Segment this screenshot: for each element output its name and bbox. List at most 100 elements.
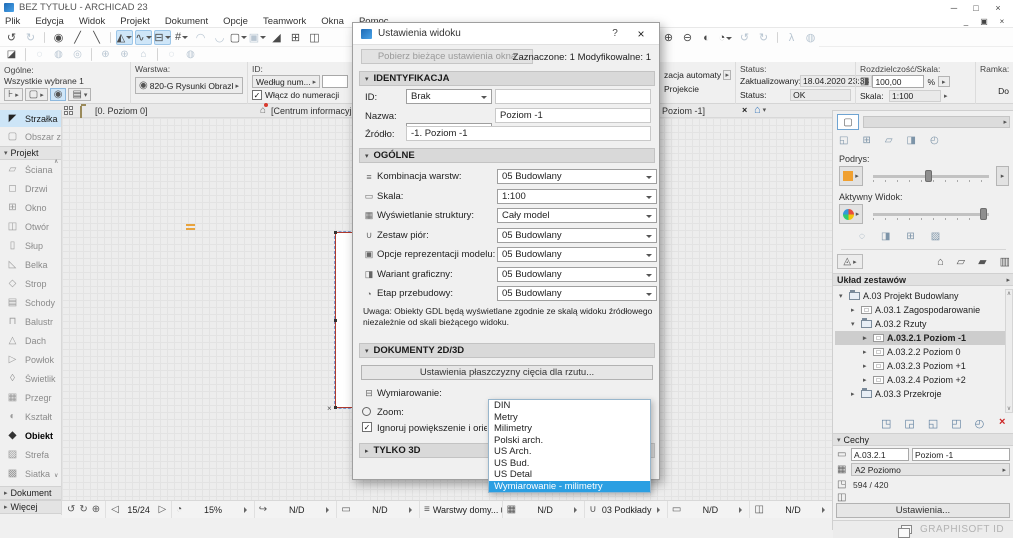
preview-mode-button[interactable]: ▤ ▾ [68, 88, 92, 101]
toolbox-group-wiecej[interactable]: ▸ Więcej [0, 500, 61, 514]
zoom-window-icon[interactable]: ⊕ [92, 504, 100, 515]
tree-item[interactable]: ▸ A.03.2.2 Poziom 0 [835, 345, 1005, 359]
new-drawing-icon[interactable]: ◱ [928, 417, 938, 430]
numbering-checkbox[interactable]: ✓ [252, 90, 262, 100]
id-value-field[interactable] [322, 75, 348, 88]
tree-item[interactable]: ▾ A.03.2 Rzuty [835, 317, 1005, 331]
active-view-slider[interactable] [873, 208, 989, 220]
tool-column[interactable]: ▯ Słup [0, 236, 61, 255]
row-combo[interactable]: 05 Budowlany [497, 247, 657, 262]
tool-object[interactable]: ◆ Obiekt [0, 426, 61, 445]
pens-segment[interactable]: ∪ 03 Podkłady [584, 501, 667, 518]
scroll-down-icon[interactable]: ∨ [54, 472, 58, 479]
zoom-undo-icon[interactable]: ↺ [67, 504, 75, 515]
name-field[interactable]: Poziom -1 [495, 108, 651, 123]
row-combo[interactable]: 1:100 [497, 188, 657, 204]
dropdown-option[interactable]: Milimetry [489, 423, 650, 435]
tool-door[interactable]: ◻ Drzwi [0, 179, 61, 198]
id-field[interactable] [495, 89, 651, 104]
auto-update-button[interactable]: ▸ [723, 70, 731, 80]
menu-item[interactable]: Widok [79, 16, 105, 27]
dropdown-option[interactable]: US Arch. [489, 446, 650, 458]
tab-current[interactable]: Poziom -1] [662, 106, 732, 116]
publisher-icon[interactable]: ▥ [998, 254, 1012, 269]
project-map-icon[interactable]: ⌂ [935, 255, 946, 269]
resolution-field[interactable]: 100,00 [872, 75, 925, 88]
quick-layout-icon[interactable] [64, 106, 73, 115]
layout-id-field[interactable]: A.03.2.1 [851, 448, 909, 461]
tool-wall[interactable]: ▱ Ściana [0, 160, 61, 179]
tab-home[interactable]: [0. Poziom 0] [95, 106, 185, 116]
dropdown-option[interactable]: Wymiarowanie - milimetry [489, 480, 650, 492]
tool-curtainwall[interactable]: ▦ Przegr [0, 388, 61, 407]
new-layout-icon[interactable]: ◳ [881, 417, 891, 430]
tree-item[interactable]: ▸ A.03.2.3 Poziom +1 [835, 359, 1005, 373]
tool-skylight[interactable]: ◊ Świetlik [0, 369, 61, 388]
link-drawing-icon[interactable]: ◨ [907, 135, 916, 146]
id-mode-button[interactable]: Według num... ▸ [252, 75, 321, 88]
trace-color-button[interactable]: ▸ [839, 166, 863, 186]
trace-intensity-slider[interactable] [873, 170, 989, 182]
tool-shell[interactable]: ▷ Powłok [0, 350, 61, 369]
zoom-level-segment[interactable]: ◔ 15% [171, 501, 254, 518]
menu-item[interactable]: Edycja [35, 16, 64, 27]
menu-item[interactable]: Teamwork [263, 16, 306, 27]
section-documents-2d3d[interactable]: ▾ DOKUMENTY 2D/3D [359, 343, 655, 358]
tool-zone[interactable]: ▨ Strefa [0, 445, 61, 464]
trace-reference-button[interactable]: ▢ [837, 114, 859, 130]
layout-book-icon[interactable]: ▰ [976, 254, 988, 269]
layer-button[interactable]: ◉ 820-G Rysunki Obrazki ▸ [135, 77, 243, 94]
scale-value[interactable]: 1:100 [889, 90, 941, 102]
trace-split-icon[interactable]: ⊞ [906, 231, 914, 242]
scale-menu-icon[interactable]: ▸ [944, 92, 948, 100]
navigator-settings-button[interactable]: Ustawienia... [836, 503, 1010, 518]
help-icon[interactable]: ? [605, 28, 625, 39]
delete-item-icon[interactable]: × [999, 416, 1005, 428]
tool-railing[interactable]: ⊓ Balustr [0, 312, 61, 331]
dialog-close-icon[interactable]: × [631, 27, 651, 41]
toolbox-group-projekt[interactable]: ▾ Projekt [0, 146, 61, 160]
project-chooser-button[interactable]: ◬ ▸ [837, 254, 863, 269]
reference-selector-bar[interactable]: ▸ [863, 116, 1010, 128]
row-combo[interactable]: 05 Budowlany [497, 286, 657, 301]
row-combo[interactable]: 05 Budowlany [497, 227, 657, 243]
layout-segment[interactable]: ▭ N/D [336, 501, 419, 518]
tool-marquee[interactable]: ▢ Obszar z [0, 127, 61, 146]
dropdown-option[interactable]: Polski arch. [489, 435, 650, 447]
model-rep-segment[interactable]: ▭ N/D [666, 501, 750, 518]
properties-header[interactable]: ▾ Cechy [833, 433, 1013, 446]
tree-item[interactable]: ▸ A.03.2.4 Poziom +2 [835, 373, 1005, 387]
trace-visibility-icon[interactable]: ▨ [931, 231, 940, 242]
active-view-color-button[interactable]: ▸ [839, 204, 863, 224]
trace-swap-icon[interactable]: ◨ [881, 231, 890, 242]
marquee-settings-button[interactable]: ▢ ▸ [24, 88, 48, 101]
scroll-up-icon[interactable]: ∧ [54, 158, 58, 165]
tree-item[interactable]: ▸ A.03.3 Przekroje [835, 387, 1005, 401]
dialog-title-bar[interactable]: Ustawienia widoku ? × [353, 23, 659, 45]
select-settings-button[interactable]: ⊦ ▸ [4, 88, 23, 101]
update-status-icon[interactable]: ◴ [930, 135, 939, 146]
dropdown-option[interactable]: US Detal [489, 469, 650, 481]
tool-arrow[interactable]: ◤ Strzałka [0, 110, 61, 127]
dropdown-option[interactable]: DIN [489, 400, 650, 412]
slider-handle[interactable] [925, 170, 933, 182]
menu-item[interactable]: Projekt [120, 16, 150, 27]
view-map-icon[interactable]: ▱ [955, 254, 967, 269]
move-drawing-icon[interactable]: ⊞ [862, 135, 870, 146]
update-icon[interactable]: ◴ [975, 417, 985, 430]
tool-mesh[interactable]: ▩ Siatka [0, 464, 61, 483]
previous-story-icon[interactable]: ◁ [111, 504, 119, 515]
zoom-redo-icon[interactable]: ↻ [79, 504, 87, 515]
menu-item[interactable]: Opcje [223, 16, 248, 27]
dropdown-option[interactable]: US Bud. [489, 458, 650, 470]
tool-slab[interactable]: ◇ Strop [0, 274, 61, 293]
tool-window[interactable]: ⊞ Okno [0, 198, 61, 217]
override-segment[interactable]: ◫ N/D [749, 501, 832, 518]
tree-scrollbar[interactable]: ∧ ∨ [1005, 289, 1013, 413]
master-layout-selector[interactable]: A2 Poziomo ▸ [851, 463, 1010, 476]
row-combo[interactable]: Cały model [497, 208, 657, 223]
next-story-icon[interactable]: ▷ [158, 504, 166, 515]
tree-item[interactable]: ▸ A.03.1 Zagospodarowanie [835, 303, 1005, 317]
tree-item[interactable]: ▾ A.03 Projekt Budowlany [835, 289, 1005, 303]
id-combo[interactable]: Brak [406, 89, 492, 104]
